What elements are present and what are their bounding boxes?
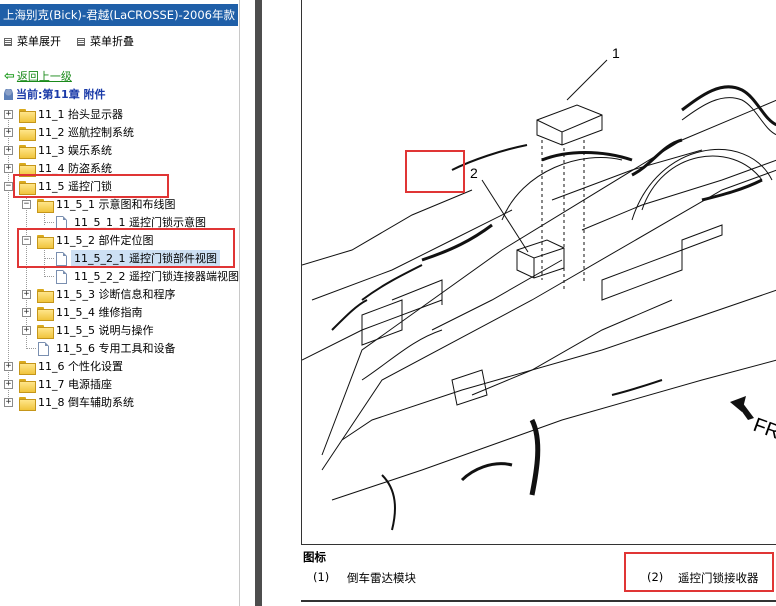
expand-menu-label: 菜单展开: [17, 35, 61, 48]
tree-item-11-5-2-1[interactable]: 11_5_2_1 遥控门锁部件视图: [0, 250, 239, 268]
tree-item-11-5-6[interactable]: 11_5_6 专用工具和设备: [0, 340, 239, 358]
callout-1: 1: [612, 45, 620, 61]
back-arrow-icon: ⇦: [4, 69, 15, 84]
tree-item-label: 11_3 娱乐系统: [38, 144, 112, 157]
tree-item-11-3[interactable]: + 11_3 娱乐系统: [0, 142, 239, 160]
tree-item-11-8[interactable]: + 11_8 倒车辅助系统: [0, 394, 239, 412]
tree-item-11-5-2-2[interactable]: 11_5_2_2 遥控门锁连接器端视图: [0, 268, 239, 286]
folder-open-icon: [19, 181, 36, 195]
collapse-icon[interactable]: −: [22, 200, 31, 209]
tree-item-label: 11_5_2_2 遥控门锁连接器端视图: [74, 270, 239, 283]
tree-item-label: 11_5_5 说明与操作: [56, 324, 154, 337]
folder-open-icon: [37, 235, 54, 249]
tree-item-11-5[interactable]: − 11_5 遥控门锁: [0, 178, 239, 196]
folder-icon: [19, 163, 36, 177]
document-icon: [56, 270, 67, 284]
tree-item-11-4[interactable]: + 11_4 防盗系统: [0, 160, 239, 178]
expand-icon[interactable]: +: [22, 308, 31, 317]
component-diagram: 1 2 FRT: [301, 45, 776, 531]
expand-icon[interactable]: +: [4, 128, 13, 137]
tree-item-11-2[interactable]: + 11_2 巡航控制系统: [0, 124, 239, 142]
legend-num-2: (2): [647, 570, 664, 584]
pane-splitter[interactable]: [255, 0, 262, 606]
tree-item-11-5-4[interactable]: + 11_5_4 维修指南: [0, 304, 239, 322]
folder-icon: [19, 145, 36, 159]
current-chapter-label: 当前:第11章 附件: [16, 88, 106, 101]
tree-item-label: 11_5_4 维修指南: [56, 306, 143, 319]
bottom-divider: [301, 600, 776, 602]
expand-icon[interactable]: +: [4, 164, 13, 173]
tree-item-label: 11_4 防盗系统: [38, 162, 112, 175]
folder-open-icon: [37, 199, 54, 213]
tree-item-11-5-2[interactable]: − 11_5_2 部件定位图: [0, 232, 239, 250]
legend-title: 图标: [303, 550, 326, 564]
folder-icon: [19, 109, 36, 123]
folder-icon: [37, 325, 54, 339]
front-direction-label: FRT: [750, 414, 776, 448]
legend-label-1: 倒车雷达模块: [347, 571, 416, 585]
figure-frame: 1 2 FRT: [301, 0, 776, 545]
expand-icon[interactable]: +: [4, 362, 13, 371]
back-link-label: 返回上一级: [16, 70, 72, 83]
legend-label-2: 遥控门锁接收器: [678, 571, 759, 585]
tree-item-label: 11_5_3 诊断信息和程序: [56, 288, 176, 301]
list-icon: [77, 38, 85, 46]
tree-item-label: 11_5_1_1 遥控门锁示意图: [74, 216, 206, 229]
document-icon: [56, 216, 67, 230]
tree-item-11-5-1[interactable]: − 11_5_1 示意图和布线图: [0, 196, 239, 214]
expand-menu-button[interactable]: 菜单展开: [4, 34, 61, 50]
collapse-icon[interactable]: −: [4, 182, 13, 191]
tree-item-label: 11_5_1 示意图和布线图: [56, 198, 176, 211]
tree-item-11-5-3[interactable]: + 11_5_3 诊断信息和程序: [0, 286, 239, 304]
expand-icon[interactable]: +: [22, 290, 31, 299]
expand-icon[interactable]: +: [4, 398, 13, 407]
expand-icon[interactable]: +: [4, 110, 13, 119]
tree-item-11-5-5[interactable]: + 11_5_5 说明与操作: [0, 322, 239, 340]
tree-item-label: 11_6 个性化设置: [38, 360, 123, 373]
tree-item-label: 11_5_6 专用工具和设备: [56, 342, 176, 355]
tree-item-11-5-1-1[interactable]: 11_5_1_1 遥控门锁示意图: [0, 214, 239, 232]
collapse-icon[interactable]: −: [22, 236, 31, 245]
back-link[interactable]: ⇦ 返回上一级: [4, 69, 72, 85]
expand-icon[interactable]: +: [4, 380, 13, 389]
folder-icon: [19, 379, 36, 393]
tree-item-label: 11_5 遥控门锁: [38, 180, 112, 193]
collapse-menu-button[interactable]: 菜单折叠: [77, 34, 134, 50]
navigation-pane: 上海别克(Bick)-君越(LaCROSSE)-2006年款 菜单展开 菜单折叠…: [0, 0, 240, 606]
tree-item-label: 11_1 抬头显示器: [38, 108, 123, 121]
document-icon: [38, 342, 49, 356]
tree-item-11-7[interactable]: + 11_7 电源插座: [0, 376, 239, 394]
tree-item-11-1[interactable]: + 11_1 抬头显示器: [0, 106, 239, 124]
expand-icon[interactable]: +: [4, 146, 13, 155]
legend-num-1: (1): [313, 570, 330, 584]
tree-item-label-selected: 11_5_2_1 遥控门锁部件视图: [71, 250, 220, 268]
callout-2: 2: [470, 165, 478, 181]
folder-icon: [19, 127, 36, 141]
tree-item-label: 11_2 巡航控制系统: [38, 126, 134, 139]
menu-toolbar: 菜单展开 菜单折叠: [0, 34, 238, 50]
tree-item-label: 11_8 倒车辅助系统: [38, 396, 134, 409]
tree-item-11-6[interactable]: + 11_6 个性化设置: [0, 358, 239, 376]
window-title: 上海别克(Bick)-君越(LaCROSSE)-2006年款: [0, 4, 238, 26]
collapse-menu-label: 菜单折叠: [90, 35, 134, 48]
folder-icon: [19, 397, 36, 411]
user-icon: [4, 89, 13, 100]
folder-icon: [19, 361, 36, 375]
folder-icon: [37, 307, 54, 321]
document-icon: [56, 252, 67, 266]
tree-item-label: 11_5_2 部件定位图: [56, 234, 154, 247]
content-pane: 1 2 FRT 图标 (1) 倒车雷达模块 (2) 遥控门锁接收器: [262, 0, 776, 606]
list-icon: [4, 38, 12, 46]
folder-icon: [37, 289, 54, 303]
expand-icon[interactable]: +: [22, 326, 31, 335]
current-chapter: 当前:第11章 附件: [4, 87, 106, 103]
tree-item-label: 11_7 电源插座: [38, 378, 112, 391]
